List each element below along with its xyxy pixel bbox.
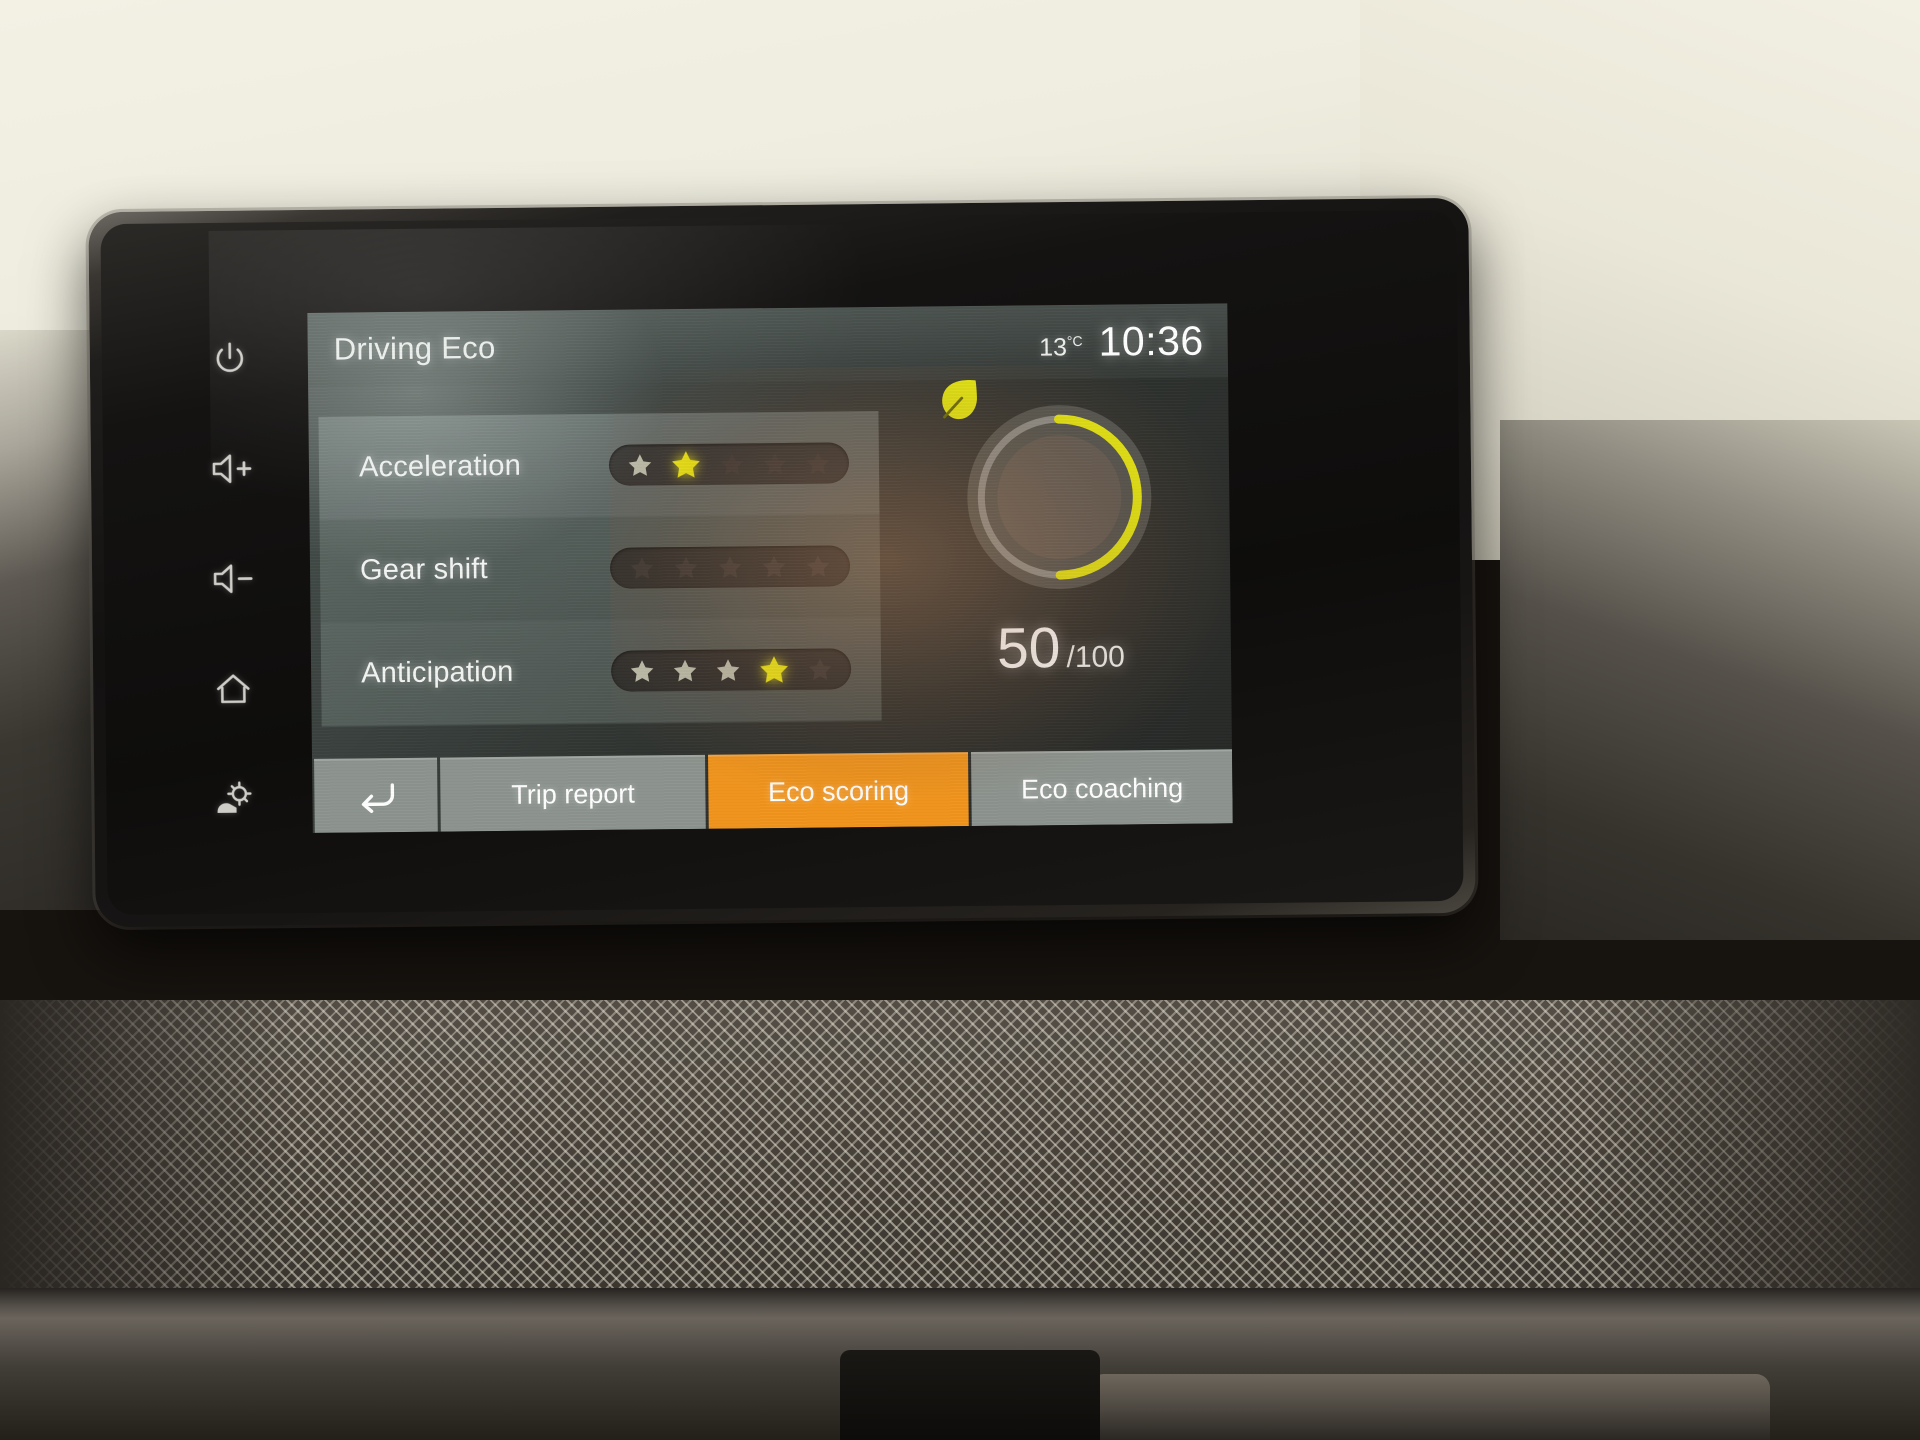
volume-down-icon <box>209 559 255 599</box>
eco-score-readout: 50 /100 <box>997 614 1125 681</box>
metric-label: Acceleration <box>358 449 522 484</box>
head-unit-bezel: Driving Eco 13°C 10:36 Acceleration Gear… <box>88 197 1476 928</box>
volume-down-button[interactable] <box>189 540 276 617</box>
screen-header: Driving Eco 13°C 10:36 <box>307 303 1229 387</box>
dashboard-right-surface <box>1500 420 1920 940</box>
back-arrow-icon <box>354 779 398 814</box>
console-sill-right <box>1090 1374 1770 1440</box>
star-icon <box>630 556 654 579</box>
fabric-shadow-left <box>0 1000 300 1300</box>
metric-row-anticipation[interactable]: Anticipation <box>320 616 882 726</box>
metric-label: Gear shift <box>359 553 488 587</box>
fabric-shadow-right <box>1580 1000 1920 1300</box>
eco-score-gauge <box>942 380 1160 598</box>
star-icon <box>631 659 654 682</box>
star-icon <box>806 554 830 577</box>
metric-label: Anticipation <box>360 655 514 690</box>
tab-trip-report[interactable]: Trip report <box>440 754 706 832</box>
tab-label: Eco coaching <box>1020 772 1184 805</box>
volume-up-icon <box>208 449 254 489</box>
star-icon <box>806 451 829 474</box>
lcd-screen[interactable]: Driving Eco 13°C 10:36 Acceleration Gear… <box>307 303 1233 833</box>
eco-score-max: /100 <box>1066 640 1126 675</box>
eco-metrics-panel: Acceleration Gear shift Anticipation <box>318 410 882 727</box>
back-button[interactable] <box>314 757 439 833</box>
star-icon <box>762 555 786 577</box>
star-icon <box>808 657 831 680</box>
star-icon <box>720 452 744 475</box>
star-icon <box>716 658 740 681</box>
power-button[interactable] <box>186 320 273 397</box>
home-icon <box>212 669 254 709</box>
tab-eco-coaching[interactable]: Eco coaching <box>971 749 1233 827</box>
tab-label: Trip report <box>511 778 635 810</box>
volume-up-button[interactable] <box>188 430 275 507</box>
star-icon <box>674 659 697 681</box>
dashboard-photo-scene: Driving Eco 13°C 10:36 Acceleration Gear… <box>0 0 1920 1440</box>
temperature-value: 13 <box>1038 333 1068 362</box>
outside-temperature: 13°C <box>1039 333 1083 363</box>
star-icon <box>672 450 700 478</box>
star-rating-acceleration <box>608 442 850 486</box>
screen-body: Acceleration Gear shift Anticipation 50 … <box>308 377 1232 759</box>
star-icon <box>718 555 742 578</box>
star-icon <box>763 452 786 474</box>
settings-button[interactable] <box>191 760 278 837</box>
eco-score-panel: 50 /100 <box>908 380 1212 741</box>
eco-score-value: 50 <box>996 616 1061 681</box>
power-icon <box>210 339 250 379</box>
star-rating-gear-shift <box>609 545 851 589</box>
clock: 10:36 <box>1098 317 1204 365</box>
page-title: Driving Eco <box>333 329 496 367</box>
star-icon <box>674 556 698 578</box>
tab-label: Eco scoring <box>767 775 910 807</box>
tab-eco-scoring[interactable]: Eco scoring <box>707 752 970 829</box>
gauge-rings <box>967 405 1152 590</box>
status-cluster: 13°C 10:36 <box>1039 317 1204 366</box>
console-sill-left <box>150 1374 830 1440</box>
star-icon <box>629 453 652 476</box>
metric-row-acceleration[interactable]: Acceleration <box>318 410 880 520</box>
metric-row-gear-shift[interactable]: Gear shift <box>319 513 881 623</box>
star-icon <box>759 655 788 683</box>
hardware-button-rail <box>159 306 305 847</box>
star-rating-anticipation <box>610 648 852 692</box>
settings-icon <box>212 779 256 819</box>
home-button[interactable] <box>190 650 277 727</box>
bottom-tab-bar: Trip report Eco scoring Eco coaching <box>312 749 1233 833</box>
air-vent <box>840 1350 1100 1440</box>
temperature-unit: °C <box>1066 333 1083 350</box>
